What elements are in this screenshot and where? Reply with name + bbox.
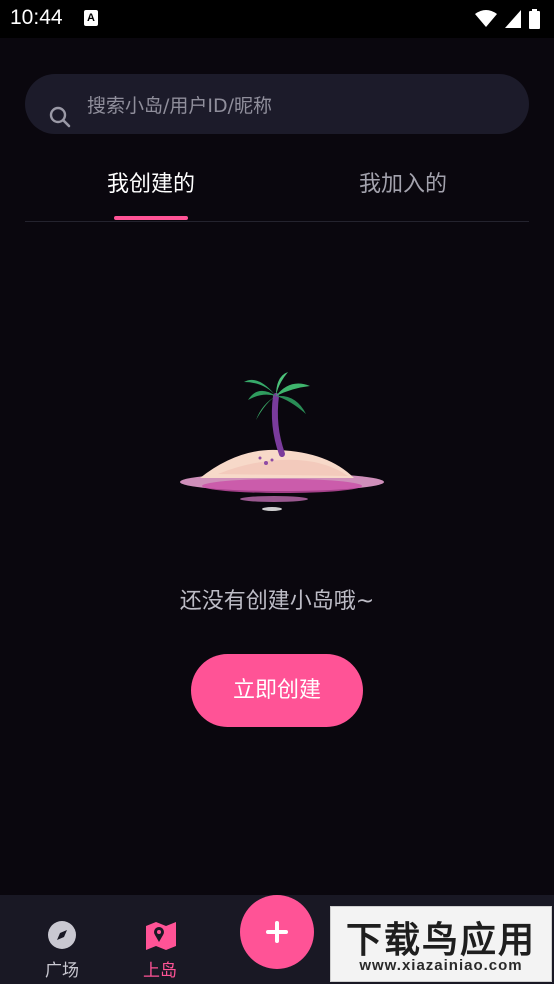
battery-icon [529,9,540,29]
search-placeholder: 搜索小岛/用户ID/昵称 [87,95,273,117]
palm-island-illustration [180,372,384,511]
a-box-icon: A [84,10,98,26]
status-bar: 10:44 A [0,0,554,38]
add-island-fab-button[interactable] [240,895,314,969]
watermark-logo: 下载鸟应用 www.xiazainiao.com [330,906,552,982]
tab-my-joined[interactable]: 我加入的 [347,166,459,206]
status-icons [475,8,540,30]
empty-state-message: 还没有创建小岛哦~ [179,589,375,614]
tab-my-created[interactable]: 我创建的 [95,166,207,206]
tab-active-indicator [114,216,188,220]
nav-label-island: 上岛 [143,961,177,981]
tab-divider [25,221,529,222]
watermark-url: www.xiazainiao.com [359,957,523,974]
search-input[interactable]: 搜索小岛/用户ID/昵称 [25,74,529,134]
create-now-button[interactable]: 立即创建 [191,654,363,727]
status-time: 10:44 [10,6,63,29]
search-icon [49,106,71,128]
watermark-title: 下载鸟应用 [345,920,536,961]
wifi-icon [475,10,497,27]
nav-label-plaza: 广场 [45,961,79,981]
cellular-signal-icon [505,10,521,28]
map-icon [146,922,176,950]
compass-icon [48,921,76,949]
